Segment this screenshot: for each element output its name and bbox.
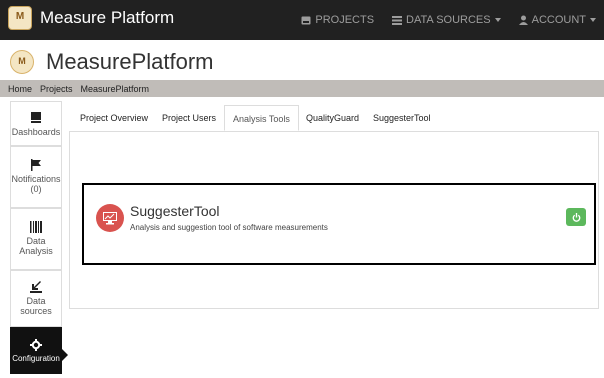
list-icon [392, 15, 403, 25]
sidebar-label-notifications: Notifications [11, 174, 61, 184]
sidebar-label-data-sources: Data sources [20, 296, 52, 316]
top-navbar: Measure Platform PROJECTS DATA SOURCES A… [0, 0, 604, 40]
sidebar-item-dashboards[interactable]: Dashboards [10, 101, 62, 146]
tool-power-button[interactable] [566, 208, 586, 226]
sidebar-label-data-analysis: Data Analysis [19, 236, 53, 256]
tab-suggestertool[interactable]: SuggesterTool [373, 105, 431, 131]
sidebar-item-data-sources[interactable]: Data sources [10, 270, 62, 327]
brand[interactable]: Measure Platform [8, 6, 174, 30]
nav-projects-label: PROJECTS [315, 14, 375, 26]
monitor-chart-icon [96, 204, 124, 232]
barcode-icon [30, 221, 42, 233]
notification-count: (0) [30, 184, 42, 194]
import-icon [30, 281, 42, 293]
dashboard-flag-icon [31, 112, 41, 123]
page-header: MeasurePlatform [10, 48, 214, 76]
tab-qualityguard[interactable]: QualityGuard [306, 105, 359, 131]
sidebar-label-dashboards: Dashboards [11, 127, 61, 137]
power-icon [572, 212, 580, 222]
tab-bar: Project Overview Project Users Analysis … [69, 105, 599, 132]
sidebar-item-configuration[interactable]: Configuration [10, 327, 68, 374]
project-logo-icon [10, 50, 34, 74]
tab-project-users[interactable]: Project Users [162, 105, 216, 131]
nav-account-label: ACCOUNT [531, 14, 586, 26]
tool-description: Analysis and suggestion tool of software… [130, 223, 328, 232]
page-title: MeasurePlatform [46, 49, 214, 74]
brand-title: Measure Platform [40, 8, 175, 27]
tab-project-overview[interactable]: Project Overview [80, 105, 148, 131]
breadcrumb-projects[interactable]: Projects [40, 84, 73, 94]
tab-analysis-tools[interactable]: Analysis Tools [224, 105, 299, 131]
nav-account[interactable]: ACCOUNT [518, 14, 596, 26]
brand-logo-icon [8, 6, 32, 30]
nav-data-sources[interactable]: DATA SOURCES [392, 14, 501, 26]
caret-down-icon [494, 18, 501, 22]
hdd-icon [301, 16, 311, 24]
sidebar-item-notifications[interactable]: Notifications (0) [10, 146, 62, 208]
breadcrumb: Home Projects MeasurePlatform [0, 80, 604, 97]
caret-down-icon [590, 18, 596, 22]
notification-flag-icon [31, 159, 41, 171]
sidebar-label-configuration: Configuration [12, 354, 60, 363]
nav-data-sources-label: DATA SOURCES [406, 14, 491, 26]
tool-name: SuggesterTool [130, 203, 220, 219]
user-icon [518, 15, 528, 25]
breadcrumb-current[interactable]: MeasurePlatform [81, 84, 150, 94]
gear-icon [30, 339, 42, 351]
nav-projects[interactable]: PROJECTS [301, 14, 374, 26]
sidebar-item-data-analysis[interactable]: Data Analysis [10, 208, 62, 270]
tool-card-suggestertool: SuggesterTool Analysis and suggestion to… [82, 183, 596, 265]
breadcrumb-home[interactable]: Home [8, 84, 32, 94]
